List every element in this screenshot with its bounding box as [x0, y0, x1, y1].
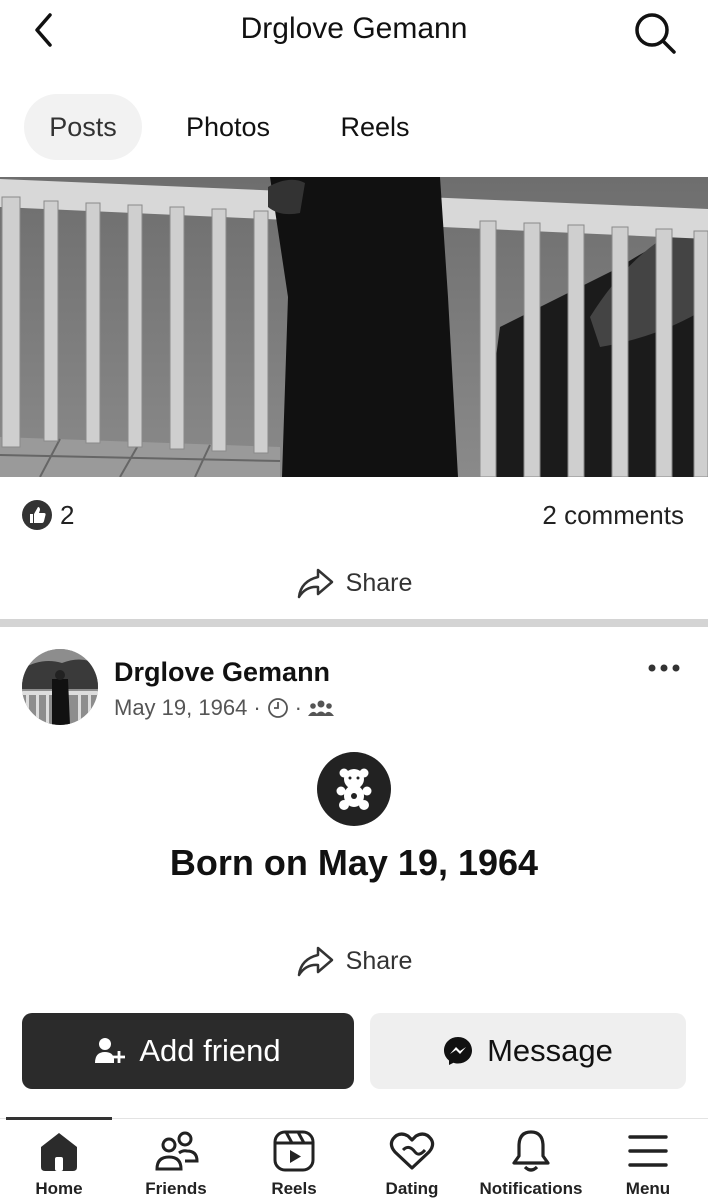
nav-dating-label: Dating: [385, 1179, 439, 1198]
nav-home-label: Home: [35, 1179, 83, 1198]
nav-friends[interactable]: Friends: [134, 1127, 218, 1200]
share-button[interactable]: Share: [0, 936, 708, 986]
top-bar: Drglove Gemann: [0, 0, 708, 64]
nav-dating[interactable]: Dating: [376, 1127, 448, 1200]
teddy-bear-icon: [336, 768, 372, 810]
more-options-button[interactable]: [644, 653, 684, 683]
reels-icon: [273, 1130, 315, 1172]
menu-icon: [628, 1135, 668, 1167]
dating-icon: [389, 1132, 435, 1170]
nav-menu[interactable]: Menu: [616, 1127, 680, 1200]
bell-icon: [512, 1130, 550, 1172]
nav-reels[interactable]: Reels: [258, 1127, 330, 1200]
life-event-title: Born on May 19, 1964: [169, 842, 539, 883]
share-button[interactable]: Share: [0, 558, 708, 608]
nav-menu-label: Menu: [625, 1179, 671, 1198]
page-title: Drglove Gemann: [240, 12, 468, 45]
like-count[interactable]: 2: [60, 500, 74, 531]
active-tab-indicator: [6, 1117, 112, 1120]
meta-separator: ·: [253, 695, 261, 720]
friends-audience-icon: [307, 700, 334, 716]
post-photo[interactable]: [0, 177, 708, 477]
nav-notifications[interactable]: Notifications: [472, 1127, 590, 1200]
post-meta: May 19, 1964 · ·: [114, 695, 334, 721]
post-date[interactable]: May 19, 1964: [114, 695, 247, 721]
meta-separator: ·: [294, 695, 302, 720]
share-label: Share: [345, 568, 413, 597]
post-author[interactable]: Drglove Gemann: [114, 657, 330, 688]
home-icon: [41, 1133, 77, 1171]
post-divider: [0, 619, 708, 627]
nav-reels-label: Reels: [271, 1179, 317, 1198]
bottom-nav: Home Friends Reels Dating Notifications …: [0, 1117, 708, 1200]
tab-photos[interactable]: Photos: [160, 94, 296, 160]
tab-posts[interactable]: Posts: [24, 94, 142, 160]
friends-icon: [155, 1131, 199, 1171]
share-icon: [297, 946, 333, 977]
nav-notifications-label: Notifications: [479, 1179, 583, 1198]
message-button[interactable]: Message: [370, 1013, 686, 1089]
clock-icon: [267, 698, 288, 718]
profile-tabs: Posts Photos Reels: [0, 94, 708, 160]
search-icon: [635, 13, 676, 54]
message-label: Message: [487, 1033, 613, 1068]
comments-count[interactable]: 2 comments: [542, 500, 684, 531]
add-friend-label: Add friend: [139, 1033, 281, 1068]
share-label: Share: [345, 946, 413, 975]
life-event-badge: [317, 752, 391, 826]
like-icon: [22, 500, 52, 530]
nav-home[interactable]: Home: [24, 1127, 94, 1200]
porch-photo-image: [0, 177, 708, 477]
avatar-image: [22, 649, 98, 725]
messenger-icon: [444, 1037, 473, 1065]
add-friend-icon: [95, 1038, 126, 1063]
more-horizontal-icon: [648, 664, 680, 672]
post-header: Drglove Gemann May 19, 1964 · ·: [0, 645, 708, 735]
avatar[interactable]: [22, 649, 98, 725]
share-icon: [297, 568, 333, 599]
nav-friends-label: Friends: [145, 1179, 207, 1198]
search-button[interactable]: [630, 8, 680, 58]
add-friend-button[interactable]: Add friend: [22, 1013, 354, 1089]
post-stats: 2 2 comments: [0, 494, 708, 538]
tab-reels[interactable]: Reels: [316, 94, 434, 160]
